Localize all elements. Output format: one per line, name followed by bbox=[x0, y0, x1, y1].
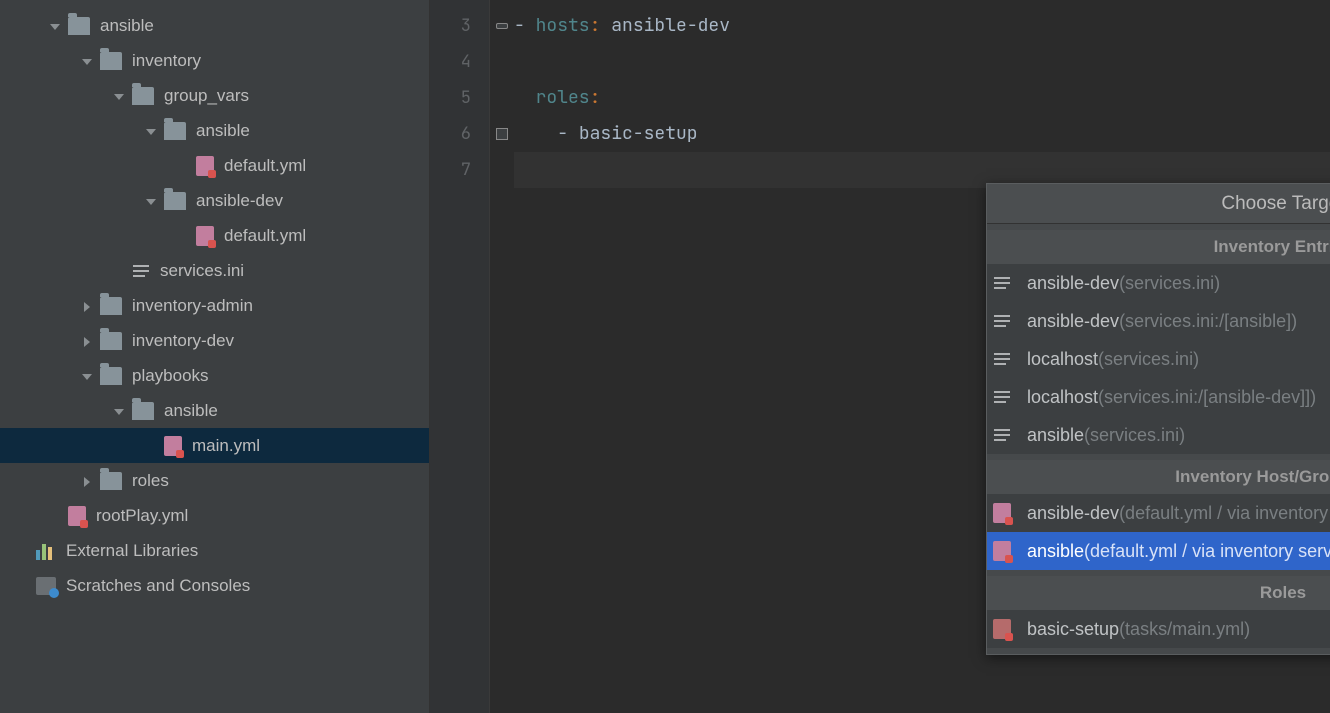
tree-item-label: External Libraries bbox=[66, 541, 198, 561]
popup-item-ansible-dev[interactable]: ansible-dev (services.ini) bbox=[987, 264, 1330, 302]
role-file-icon bbox=[993, 619, 1011, 639]
folder-icon bbox=[100, 297, 122, 315]
chevron-right-icon[interactable] bbox=[80, 474, 94, 488]
tree-item-scratches-and-consoles[interactable]: Scratches and Consoles bbox=[0, 568, 429, 603]
folder-icon bbox=[132, 402, 154, 420]
tree-item-label: ansible bbox=[164, 401, 218, 421]
ini-file-icon bbox=[993, 425, 1011, 445]
popup-item-localhost[interactable]: localhost (services.ini:/[ansible-dev]]) bbox=[987, 378, 1330, 416]
tree-item-inventory-dev[interactable]: inventory-dev bbox=[0, 323, 429, 358]
chevron-down-icon[interactable] bbox=[144, 124, 158, 138]
tree-item-label: group_vars bbox=[164, 86, 249, 106]
tree-item-group-vars[interactable]: group_vars bbox=[0, 78, 429, 113]
fold-marker-icon[interactable] bbox=[496, 128, 508, 140]
popup-item-ansible-dev[interactable]: ansible-dev (default.yml / via inventory… bbox=[987, 494, 1330, 532]
folder-icon bbox=[164, 122, 186, 140]
popup-item-ansible-dev[interactable]: ansible-dev (services.ini:/[ansible]) bbox=[987, 302, 1330, 340]
tree-item-label: main.yml bbox=[192, 436, 260, 456]
yaml-file-icon bbox=[196, 156, 214, 176]
chevron-down-icon[interactable] bbox=[112, 404, 126, 418]
ini-file-icon bbox=[993, 387, 1011, 407]
line-gutter: 3 4 5 6 7 bbox=[430, 0, 490, 713]
tree-item-main-yml[interactable]: main.yml bbox=[0, 428, 429, 463]
tree-item-label: ansible-dev bbox=[196, 191, 283, 211]
tree-item-services-ini[interactable]: services.ini bbox=[0, 253, 429, 288]
tree-item-rootplay-yml[interactable]: rootPlay.yml bbox=[0, 498, 429, 533]
popup-section-header: Roles bbox=[987, 576, 1330, 610]
folder-icon bbox=[132, 87, 154, 105]
folder-icon bbox=[100, 332, 122, 350]
ini-file-icon bbox=[993, 273, 1011, 293]
tree-item-label: default.yml bbox=[224, 226, 306, 246]
popup-section-header: Inventory Host/Group Vars bbox=[987, 460, 1330, 494]
popup-section-header: Inventory Entries bbox=[987, 230, 1330, 264]
tree-item-label: inventory-dev bbox=[132, 331, 234, 351]
ini-file-icon bbox=[993, 311, 1011, 331]
chevron-down-icon[interactable] bbox=[80, 54, 94, 68]
tree-item-ansible[interactable]: ansible bbox=[0, 8, 429, 43]
choose-target-popup[interactable]: Choose Target Inventory Entriesansible-d… bbox=[986, 183, 1330, 655]
scratches-icon bbox=[36, 577, 56, 595]
popup-item-ansible[interactable]: ansible (default.yml / via inventory ser… bbox=[987, 532, 1330, 570]
tree-item-label: services.ini bbox=[160, 261, 244, 281]
external-libraries-icon bbox=[36, 542, 56, 560]
popup-item-basic-setup[interactable]: basic-setup (tasks/main.yml) bbox=[987, 610, 1330, 648]
chevron-right-icon[interactable] bbox=[80, 299, 94, 313]
yaml-file-icon bbox=[196, 226, 214, 246]
tree-item-label: playbooks bbox=[132, 366, 209, 386]
tree-item-label: inventory bbox=[132, 51, 201, 71]
tree-item-ansible[interactable]: ansible bbox=[0, 393, 429, 428]
tree-item-external-libraries[interactable]: External Libraries bbox=[0, 533, 429, 568]
tree-item-playbooks[interactable]: playbooks bbox=[0, 358, 429, 393]
yaml-file-icon bbox=[993, 541, 1011, 561]
popup-item-ansible[interactable]: ansible (services.ini) bbox=[987, 416, 1330, 454]
tree-item-label: default.yml bbox=[224, 156, 306, 176]
tree-item-roles[interactable]: roles bbox=[0, 463, 429, 498]
popup-item-localhost[interactable]: localhost (services.ini) bbox=[987, 340, 1330, 378]
ini-file-icon bbox=[132, 261, 150, 281]
folder-icon bbox=[68, 17, 90, 35]
tree-item-ansible[interactable]: ansible bbox=[0, 113, 429, 148]
folder-icon bbox=[164, 192, 186, 210]
chevron-right-icon[interactable] bbox=[80, 334, 94, 348]
gutter-markers bbox=[490, 0, 514, 713]
tree-item-inventory[interactable]: inventory bbox=[0, 43, 429, 78]
chevron-down-icon[interactable] bbox=[80, 369, 94, 383]
code-editor[interactable]: 3 4 5 6 7 - hosts: ansible-dev roles: - … bbox=[430, 0, 1330, 713]
popup-title: Choose Target bbox=[987, 184, 1330, 224]
yaml-file-icon bbox=[68, 506, 86, 526]
tree-item-ansible-dev[interactable]: ansible-dev bbox=[0, 183, 429, 218]
tree-item-inventory-admin[interactable]: inventory-admin bbox=[0, 288, 429, 323]
yaml-file-icon bbox=[164, 436, 182, 456]
tree-item-default-yml[interactable]: default.yml bbox=[0, 218, 429, 253]
yaml-file-icon bbox=[993, 503, 1011, 523]
chevron-down-icon[interactable] bbox=[144, 194, 158, 208]
folder-icon bbox=[100, 472, 122, 490]
ini-file-icon bbox=[993, 349, 1011, 369]
folder-icon bbox=[100, 367, 122, 385]
tree-item-default-yml[interactable]: default.yml bbox=[0, 148, 429, 183]
fold-marker-icon[interactable] bbox=[496, 23, 508, 29]
tree-item-label: roles bbox=[132, 471, 169, 491]
tree-item-label: Scratches and Consoles bbox=[66, 576, 250, 596]
tree-item-label: inventory-admin bbox=[132, 296, 253, 316]
folder-icon bbox=[100, 52, 122, 70]
tree-item-label: rootPlay.yml bbox=[96, 506, 188, 526]
tree-item-label: ansible bbox=[100, 16, 154, 36]
chevron-down-icon[interactable] bbox=[48, 19, 62, 33]
chevron-down-icon[interactable] bbox=[112, 89, 126, 103]
project-tree[interactable]: ansibleinventorygroup_varsansibledefault… bbox=[0, 0, 430, 713]
tree-item-label: ansible bbox=[196, 121, 250, 141]
